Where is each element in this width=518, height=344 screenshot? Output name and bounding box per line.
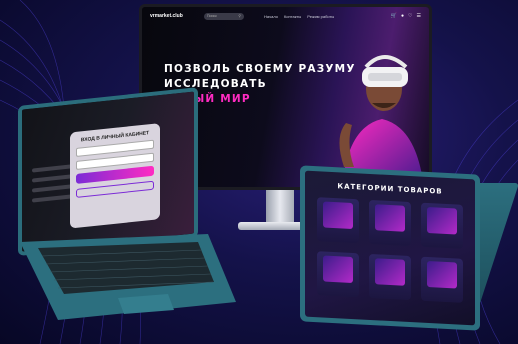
login-modal: ВХОД В ЛИЧНЫЙ КАБИНЕТ bbox=[70, 123, 160, 229]
nav-link[interactable]: Контакты bbox=[284, 14, 301, 19]
vr-headset-image bbox=[427, 206, 457, 235]
category-card[interactable] bbox=[421, 256, 463, 303]
category-card[interactable] bbox=[369, 253, 411, 301]
tablet-device: КАТЕГОРИИ ТОВАРОВ bbox=[300, 165, 480, 331]
vr-headset-image bbox=[375, 258, 405, 286]
nav-link[interactable]: Режим работы bbox=[307, 14, 334, 19]
laptop-keyboard-base bbox=[20, 234, 236, 320]
register-button[interactable] bbox=[76, 180, 154, 198]
mockup-scene: vrmarket.club Поиск ⚲ Начало Контакты Ре… bbox=[0, 0, 518, 344]
nav-links: Начало Контакты Режим работы bbox=[264, 14, 334, 19]
vr-headset-image bbox=[427, 260, 457, 289]
search-input[interactable]: Поиск ⚲ bbox=[204, 12, 244, 20]
menu-icon[interactable]: ☰ bbox=[417, 13, 421, 19]
categories-title: КАТЕГОРИИ ТОВАРОВ bbox=[337, 182, 443, 196]
cart-icon[interactable]: 🛒 bbox=[391, 13, 397, 19]
category-card[interactable] bbox=[421, 202, 463, 249]
nav-link[interactable]: Начало bbox=[264, 14, 278, 19]
vr-person-image bbox=[339, 55, 424, 187]
tablet-screen: КАТЕГОРИИ ТОВАРОВ bbox=[305, 170, 475, 326]
category-card[interactable] bbox=[317, 197, 359, 244]
category-card[interactable] bbox=[317, 251, 359, 298]
hero-line: ПОЗВОЛЬ СВОЕМУ РАЗУМУ bbox=[164, 63, 356, 75]
header-icons: 🛒 ● ♡ ☰ bbox=[391, 13, 421, 19]
heart-icon[interactable]: ♡ bbox=[408, 13, 412, 19]
laptop-screen: ВХОД В ЛИЧНЫЙ КАБИНЕТ bbox=[18, 87, 198, 256]
vr-headset-image bbox=[375, 204, 405, 232]
category-card[interactable] bbox=[369, 199, 411, 247]
category-grid bbox=[317, 197, 463, 303]
search-placeholder: Поиск bbox=[207, 14, 217, 18]
website-nav: vrmarket.club Поиск ⚲ Начало Контакты Ре… bbox=[142, 7, 429, 25]
search-icon: ⚲ bbox=[238, 14, 241, 18]
vr-headset-image bbox=[323, 201, 353, 230]
site-logo[interactable]: vrmarket.club bbox=[150, 13, 198, 19]
user-icon[interactable]: ● bbox=[401, 13, 404, 19]
vr-headset-image bbox=[323, 255, 353, 284]
monitor-stand bbox=[266, 190, 294, 224]
